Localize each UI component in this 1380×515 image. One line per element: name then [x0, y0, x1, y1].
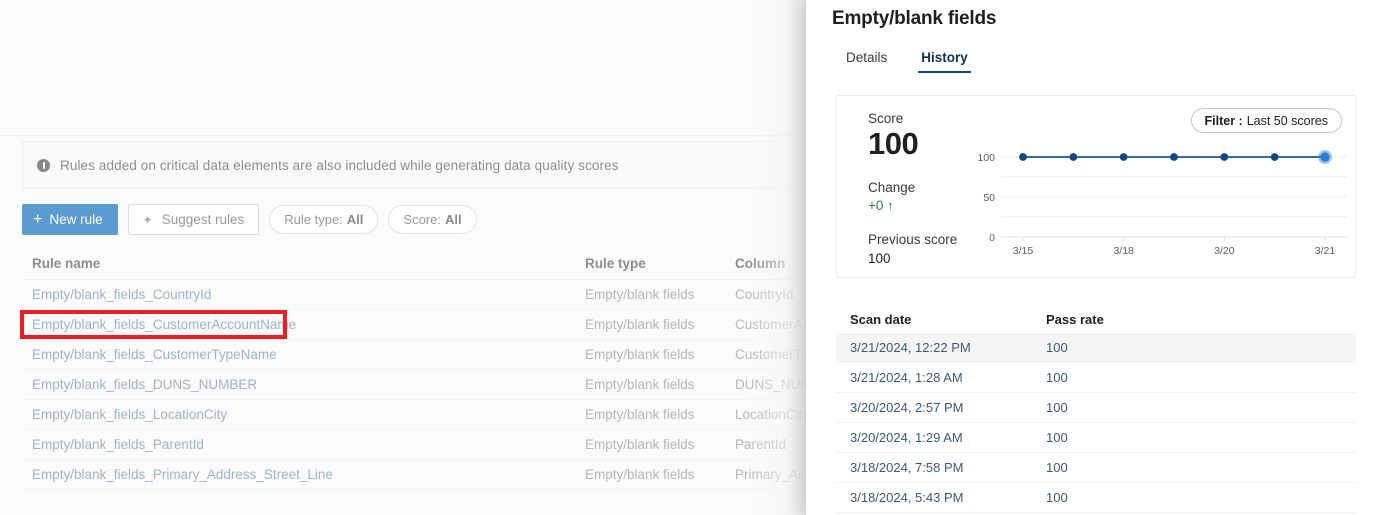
table-row[interactable]: Empty/blank_fields_ParentId Empty/blank f…: [22, 430, 806, 460]
rule-column-cell: CountryId: [735, 287, 794, 302]
rule-name-link[interactable]: Empty/blank_fields_DUNS_NUMBER: [22, 377, 585, 392]
rule-type-cell: Empty/blank fields: [585, 347, 695, 362]
scan-column-header-date[interactable]: Scan date: [836, 312, 1046, 327]
rule-name-link[interactable]: Empty/blank_fields_ParentId: [22, 437, 585, 452]
rules-table: Rule name Rule type Column Empty/blank_f…: [22, 248, 806, 490]
tab-details[interactable]: Details: [832, 44, 901, 73]
scan-date-cell: 3/18/2024, 7:58 PM: [850, 460, 964, 475]
score-filter[interactable]: Score: All: [388, 205, 477, 234]
rule-name-link[interactable]: Empty/blank_fields_CustomerTypeName: [22, 347, 585, 362]
rule-column-cell: CustomerAcc: [735, 317, 806, 332]
svg-text:3/18: 3/18: [1113, 245, 1134, 257]
page-title: Empty/blank fields: [832, 8, 997, 29]
flyout-tabs: Details History: [832, 44, 982, 73]
table-row[interactable]: Empty/blank_fields_Primary_Address_Stree…: [22, 460, 806, 490]
scan-date-cell: 3/21/2024, 12:22 PM: [850, 340, 971, 355]
list-item[interactable]: 3/20/2024, 1:29 AM 100: [836, 423, 1356, 453]
rules-table-body: Empty/blank_fields_CountryId Empty/blank …: [22, 280, 806, 490]
plus-icon: +: [33, 210, 43, 228]
score-history-chart: 100 50 0 3/15 3/18 3/20 3/21: [955, 139, 1347, 269]
new-rule-button[interactable]: + New rule: [22, 204, 118, 235]
panel-divider: [0, 135, 806, 136]
rule-name-link[interactable]: Empty/blank_fields_Primary_Address_Stree…: [22, 467, 585, 482]
scan-date-cell: 3/20/2024, 1:29 AM: [850, 430, 963, 445]
suggest-rules-button[interactable]: ✦ Suggest rules: [127, 204, 260, 235]
svg-text:3/21: 3/21: [1315, 245, 1336, 257]
info-banner-text: Rules added on critical data elements ar…: [60, 157, 619, 173]
pass-rate-cell: 100: [1046, 370, 1068, 385]
rule-type-cell: Empty/blank fields: [585, 317, 695, 332]
scan-date-cell: 3/21/2024, 1:28 AM: [850, 370, 963, 385]
list-item[interactable]: 3/18/2024, 7:58 PM 100: [836, 453, 1356, 483]
rules-list-panel: Rules added on critical data elements ar…: [0, 0, 806, 515]
scan-column-header-passrate[interactable]: Pass rate: [1046, 312, 1166, 327]
rule-type-cell: Empty/blank fields: [585, 287, 695, 302]
new-rule-label: New rule: [49, 212, 103, 227]
table-row[interactable]: Empty/blank_fields_CustomerAccountName Em…: [22, 310, 806, 340]
scan-date-cell: 3/18/2024, 5:43 PM: [850, 490, 964, 505]
score-filter-button[interactable]: Filter : Last 50 scores: [1190, 108, 1342, 133]
rule-detail-flyout: Empty/blank fields Details History Score…: [806, 0, 1380, 515]
rule-name-link[interactable]: Empty/blank_fields_LocationCity: [22, 407, 585, 422]
pass-rate-cell: 100: [1046, 460, 1068, 475]
tab-history[interactable]: History: [907, 44, 982, 73]
table-row[interactable]: Empty/blank_fields_CountryId Empty/blank …: [22, 280, 806, 310]
rules-column-header-column[interactable]: Column: [735, 256, 806, 271]
score-history-line-chart: 100 50 0 3/15 3/18 3/20 3/21: [977, 150, 1347, 257]
list-item[interactable]: 3/18/2024, 5:43 PM 100: [836, 483, 1356, 513]
rule-type-cell: Empty/blank fields: [585, 377, 695, 392]
rule-column-cell: DUNS_NUMB: [735, 377, 806, 392]
table-row[interactable]: Empty/blank_fields_DUNS_NUMBER Empty/blan…: [22, 370, 806, 400]
rule-column-cell: CustomerTyp: [735, 347, 806, 362]
rule-type-filter-value: All: [346, 212, 364, 227]
table-row[interactable]: Empty/blank_fields_CustomerTypeName Empty…: [22, 340, 806, 370]
suggest-rules-label: Suggest rules: [161, 212, 245, 227]
svg-text:50: 50: [983, 192, 995, 204]
pass-rate-cell: 100: [1046, 400, 1068, 415]
rule-type-cell: Empty/blank fields: [585, 437, 695, 452]
list-item[interactable]: 3/21/2024, 1:28 AM 100: [836, 363, 1356, 393]
score-filter-button-prefix: Filter :: [1204, 113, 1243, 128]
rules-column-header-type[interactable]: Rule type: [585, 256, 735, 271]
score-filter-prefix: Score:: [403, 212, 441, 227]
rule-type-filter-prefix: Rule type:: [284, 212, 343, 227]
pass-rate-cell: 100: [1046, 430, 1068, 445]
rule-column-cell: Primary_Add: [735, 467, 806, 482]
info-icon: [37, 158, 50, 172]
rule-type-cell: Empty/blank fields: [585, 467, 695, 482]
scan-date-cell: 3/20/2024, 2:57 PM: [850, 400, 964, 415]
rules-table-header: Rule name Rule type Column: [22, 248, 806, 280]
rules-column-header-name[interactable]: Rule name: [22, 256, 585, 271]
panel-top-empty-area: [0, 0, 806, 135]
table-row[interactable]: Empty/blank_fields_LocationCity Empty/bla…: [22, 400, 806, 430]
scan-table-header: Scan date Pass rate: [836, 305, 1356, 333]
info-banner: Rules added on critical data elements ar…: [22, 141, 806, 189]
rule-name-link[interactable]: Empty/blank_fields_CountryId: [22, 287, 585, 302]
score-card: Score 100 Change +0 ↑ Previous score 100…: [836, 95, 1356, 278]
scan-history-table: Scan date Pass rate 3/21/2024, 12:22 PM 1…: [836, 305, 1356, 513]
sparkle-icon: ✦: [142, 212, 153, 227]
rule-name-link[interactable]: Empty/blank_fields_CustomerAccountName: [22, 317, 585, 332]
svg-text:3/20: 3/20: [1214, 245, 1235, 257]
score-filter-value: All: [445, 212, 462, 227]
rule-column-cell: ParentId: [735, 437, 787, 452]
pass-rate-cell: 100: [1046, 490, 1068, 505]
rule-column-cell: LocationCity: [735, 407, 806, 422]
rule-type-cell: Empty/blank fields: [585, 407, 695, 422]
pass-rate-cell: 100: [1046, 340, 1068, 355]
svg-text:100: 100: [977, 152, 995, 164]
svg-text:3/15: 3/15: [1013, 245, 1034, 257]
screen-root: Rules added on critical data elements ar…: [0, 0, 1380, 515]
scan-table-body: 3/21/2024, 12:22 PM 100 3/21/2024, 1:28 AM…: [836, 333, 1356, 513]
svg-text:0: 0: [989, 232, 995, 244]
score-label: Score: [868, 111, 904, 126]
list-item[interactable]: 3/20/2024, 2:57 PM 100: [836, 393, 1356, 423]
list-item[interactable]: 3/21/2024, 12:22 PM 100: [836, 333, 1356, 363]
rule-type-filter[interactable]: Rule type: All: [269, 205, 379, 234]
rules-toolbar: + New rule ✦ Suggest rules Rule type: Al…: [22, 204, 477, 235]
score-filter-button-value: Last 50 scores: [1246, 113, 1328, 128]
